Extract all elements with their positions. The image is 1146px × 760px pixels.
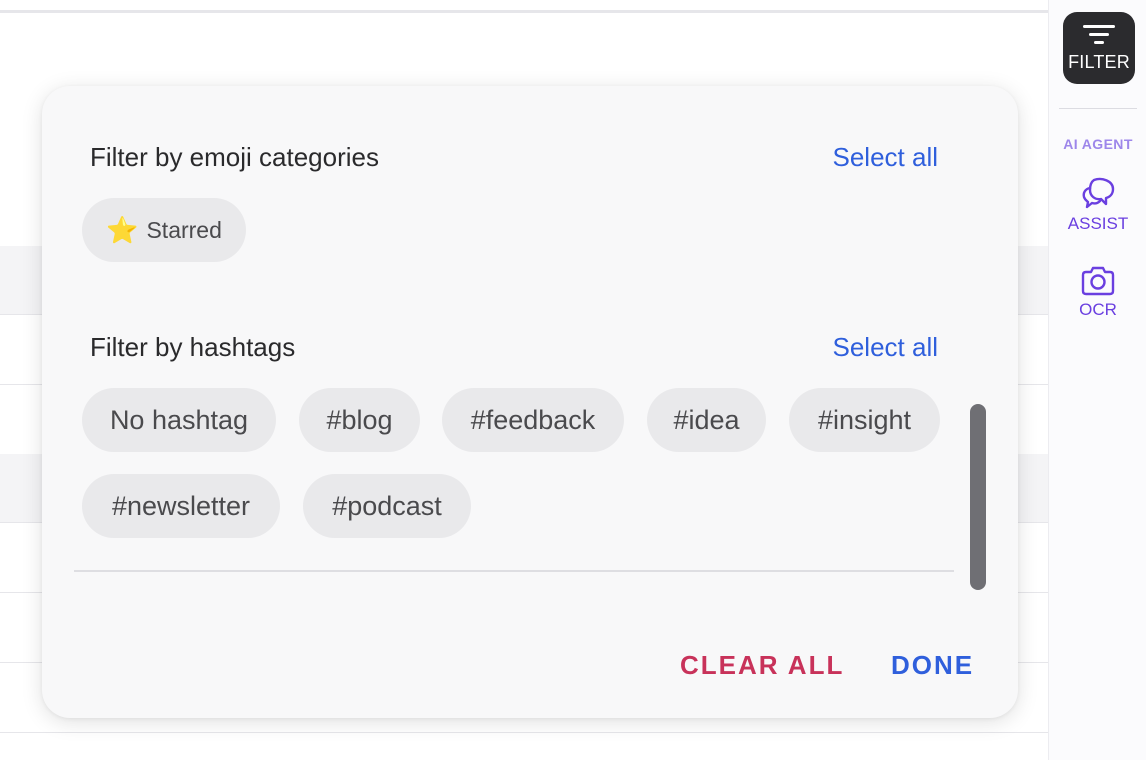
hashtag-chip-newsletter[interactable]: #newsletter bbox=[82, 474, 280, 538]
panel-scrollbar[interactable] bbox=[970, 404, 986, 590]
right-rail: FILTER AI AGENT ASSIST OCR bbox=[1048, 0, 1146, 760]
emoji-chip-starred[interactable]: ⭐ Starred bbox=[82, 198, 246, 262]
hashtag-chip-podcast[interactable]: #podcast bbox=[303, 474, 471, 538]
emoji-select-all-link[interactable]: Select all bbox=[833, 142, 939, 173]
panel-divider bbox=[74, 570, 954, 572]
hashtag-chip-no-hashtag[interactable]: No hashtag bbox=[82, 388, 276, 452]
hashtag-chip-feedback[interactable]: #feedback bbox=[442, 388, 624, 452]
top-divider bbox=[0, 10, 1048, 13]
ocr-label: OCR bbox=[1079, 300, 1117, 319]
star-icon: ⭐ bbox=[106, 214, 139, 245]
hashtag-chip-insight[interactable]: #insight bbox=[789, 388, 940, 452]
row-divider bbox=[0, 732, 1048, 733]
hashtag-chip-idea[interactable]: #idea bbox=[647, 388, 766, 452]
done-button[interactable]: DONE bbox=[891, 650, 974, 681]
hashtag-section-title: Filter by hashtags bbox=[90, 332, 296, 362]
chip-label: Starred bbox=[146, 216, 222, 243]
filter-button[interactable]: FILTER bbox=[1063, 12, 1135, 84]
chat-bubbles-icon bbox=[1082, 177, 1115, 209]
rail-divider bbox=[1059, 108, 1137, 109]
filter-label: FILTER bbox=[1068, 52, 1130, 72]
ocr-button[interactable]: OCR bbox=[1049, 266, 1146, 320]
ai-agent-heading: AI AGENT bbox=[1063, 136, 1133, 152]
hashtag-select-all-link[interactable]: Select all bbox=[833, 332, 939, 363]
filter-icon bbox=[1083, 25, 1115, 44]
hashtag-chip-blog[interactable]: #blog bbox=[299, 388, 420, 452]
clear-all-button[interactable]: CLEAR ALL bbox=[680, 650, 844, 681]
camera-icon bbox=[1081, 266, 1115, 296]
emoji-section-title: Filter by emoji categories bbox=[90, 142, 379, 172]
filter-panel: Filter by emoji categories Select all ⭐ … bbox=[42, 86, 1018, 718]
assist-label: ASSIST bbox=[1067, 214, 1129, 233]
assist-button[interactable]: ASSIST bbox=[1049, 176, 1146, 234]
